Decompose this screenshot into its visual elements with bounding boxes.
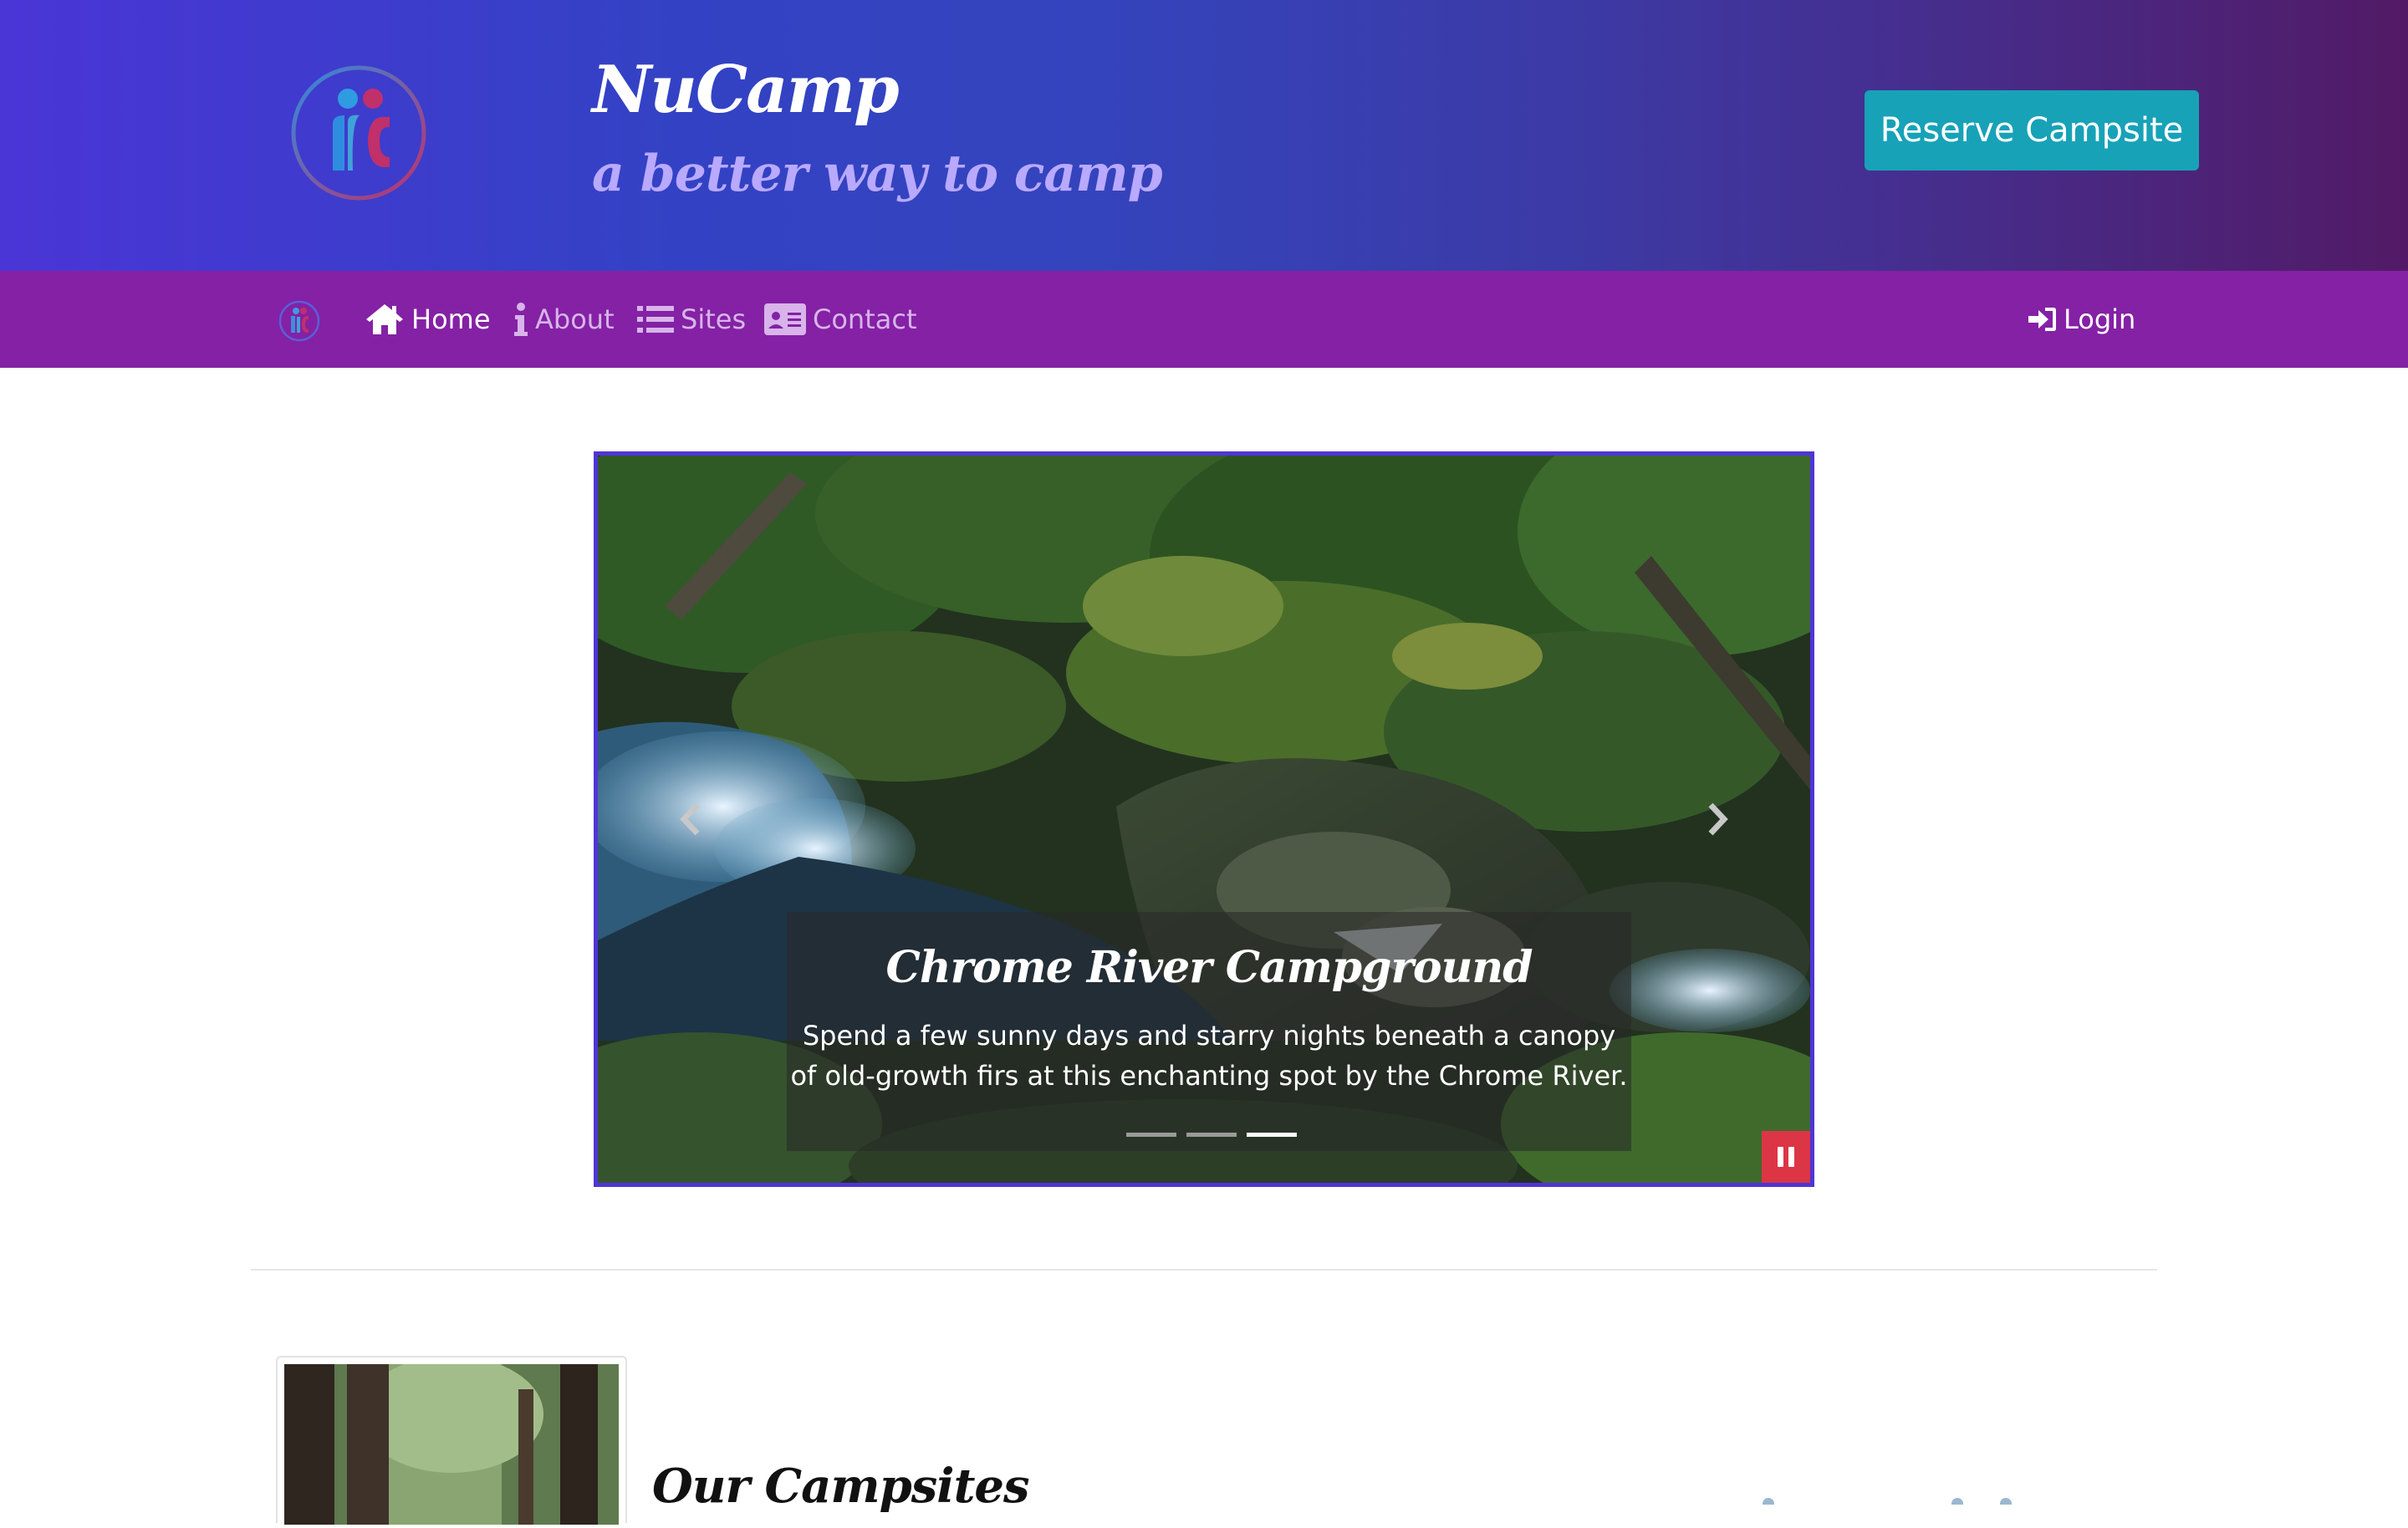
partial-element xyxy=(2000,1498,2012,1505)
campsite-carousel: Chrome River Campground Spend a few sunn… xyxy=(594,451,1814,1187)
nav-item-contact[interactable]: Contact xyxy=(764,296,917,343)
nav-item-label: Home xyxy=(411,303,491,335)
home-icon xyxy=(366,304,403,334)
sign-in-icon xyxy=(2028,308,2056,331)
list-icon xyxy=(637,306,674,333)
nav-item-label: Sites xyxy=(681,303,747,335)
campsite-thumbnail xyxy=(276,1356,627,1525)
nav-item-about[interactable]: About xyxy=(513,296,615,343)
carousel-pause-button[interactable] xyxy=(1762,1131,1810,1183)
carousel-indicator-1[interactable] xyxy=(1126,1133,1176,1137)
section-divider xyxy=(251,1269,2157,1271)
info-icon xyxy=(514,303,528,336)
nav-item-label: Contact xyxy=(813,303,917,335)
carousel-next-button[interactable] xyxy=(1693,790,1743,848)
brand-title: NuCamp xyxy=(592,52,900,128)
carousel-indicator-2[interactable] xyxy=(1186,1133,1237,1137)
nav-item-sites[interactable]: Sites xyxy=(637,296,746,343)
chevron-right-icon xyxy=(1708,802,1728,836)
login-label: Login xyxy=(2064,303,2136,335)
carousel-caption: Chrome River Campground Spend a few sunn… xyxy=(787,912,1631,1151)
brand-tagline: a better way to camp xyxy=(592,145,1163,203)
nav-item-label: About xyxy=(535,303,615,335)
jumbotron-header: NuCamp a better way to camp Reserve Camp… xyxy=(0,0,2408,271)
pause-icon xyxy=(1778,1147,1794,1167)
partial-element xyxy=(1763,1498,1774,1505)
carousel-indicator-3[interactable] xyxy=(1247,1133,1297,1137)
caption-text: Spend a few sunny days and starry nights… xyxy=(790,1020,1628,1092)
caption-title: Chrome River Campground xyxy=(885,942,1533,993)
address-card-icon xyxy=(764,303,806,335)
nucamp-logo-icon xyxy=(291,65,426,201)
chevron-left-icon xyxy=(680,802,700,836)
carousel-prev-button[interactable] xyxy=(665,790,715,848)
login-button[interactable]: Login xyxy=(2028,296,2135,343)
nav-item-home[interactable]: Home xyxy=(365,296,491,343)
campsite-forest-image xyxy=(284,1356,619,1525)
our-campsites-heading: Our Campsites xyxy=(652,1459,1030,1514)
navbar-brand-logo-icon[interactable] xyxy=(278,299,321,343)
reserve-campsite-button[interactable]: Reserve Campsite xyxy=(1865,90,2199,171)
partial-element xyxy=(1951,1498,1963,1505)
